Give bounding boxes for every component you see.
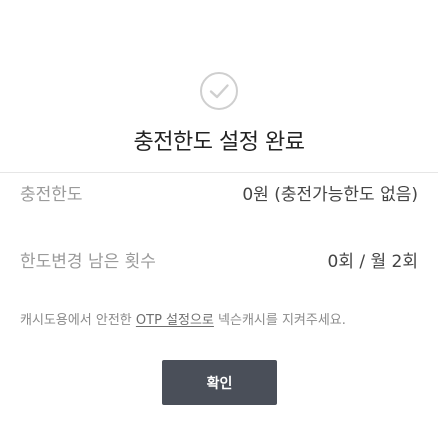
charge-limit-value: 0원 (충전가능한도 없음) [242, 185, 418, 205]
otp-charge-limit-dialog: 충전한도 설정 완료 충전한도 0원 (충전가능한도 없음) 한도변경 남은 횟… [0, 0, 438, 421]
notice-text-before: 캐시도용에서 안전한 [20, 313, 136, 328]
notice-text-after: 넥슨캐시를 지켜주세요. [213, 313, 346, 328]
check-circle-icon [200, 72, 238, 110]
charge-limit-label: 충전한도 [20, 185, 83, 205]
remaining-changes-row: 한도변경 남은 횟수 0회 / 월 2회 [20, 250, 418, 274]
remaining-changes-value: 0회 / 월 2회 [327, 252, 419, 272]
charge-limit-row: 충전한도 0원 (충전가능한도 없음) [20, 183, 418, 207]
dialog-title: 충전한도 설정 완료 [133, 130, 305, 155]
divider [0, 172, 438, 173]
confirm-button[interactable]: 확인 [162, 360, 277, 405]
otp-settings-link[interactable]: OTP 설정으로 [136, 313, 214, 328]
otp-notice: 캐시도용에서 안전한 OTP 설정으로 넥슨캐시를 지켜주세요. [20, 312, 430, 330]
remaining-changes-label: 한도변경 남은 횟수 [20, 252, 156, 272]
